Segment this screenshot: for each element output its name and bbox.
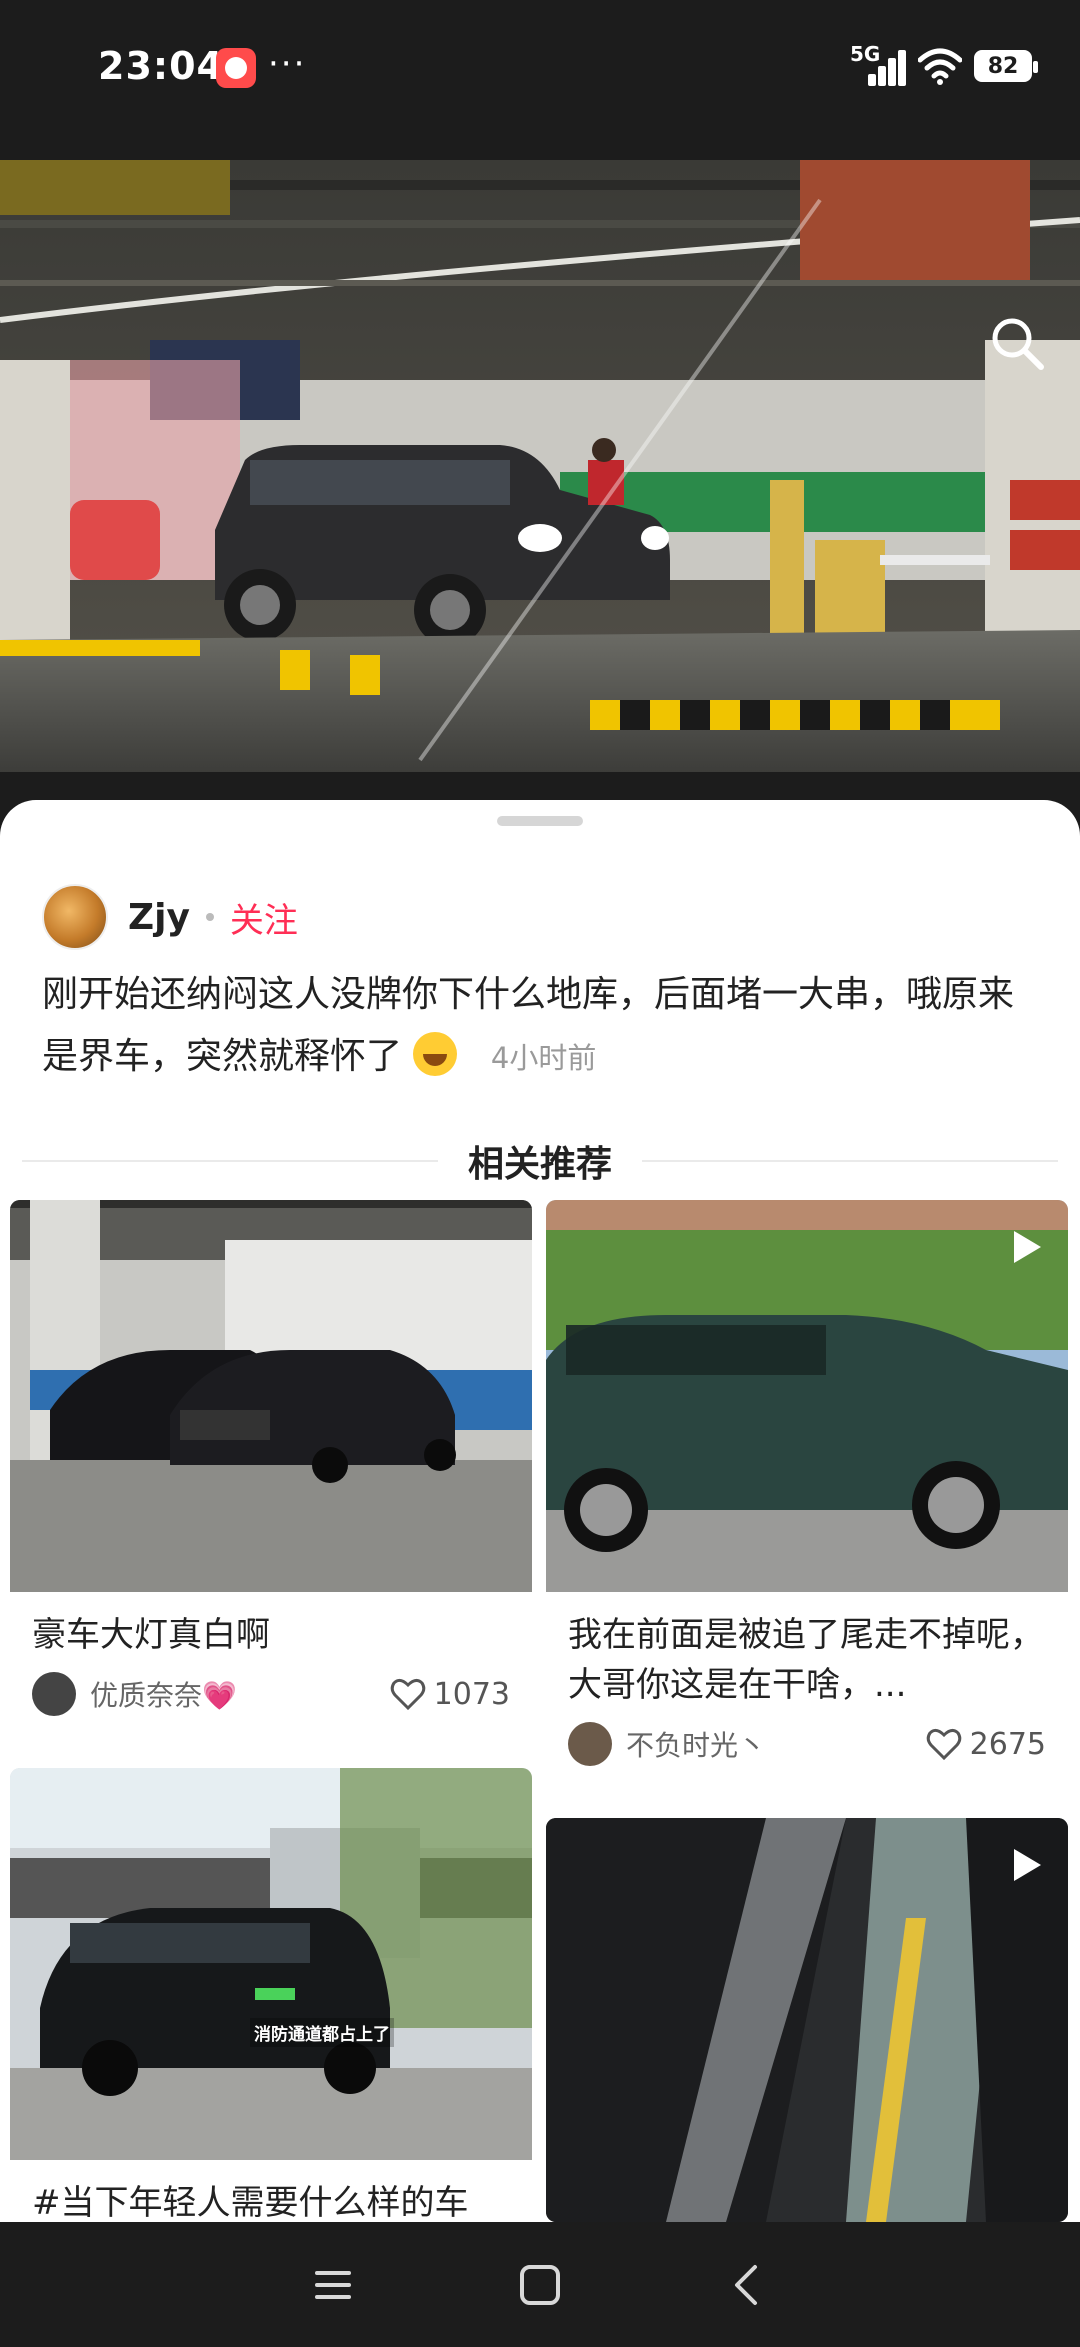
card-image: 消防通道都占上了	[10, 1768, 532, 2160]
like-count: 2675	[969, 1726, 1046, 1762]
home-button[interactable]	[510, 2255, 570, 2315]
system-nav-bar	[0, 2222, 1080, 2347]
recommend-card[interactable]: 消防通道都占上了 #当下年轻人需要什么样的车	[10, 1768, 532, 2222]
laughing-emoji-icon	[413, 1032, 458, 1076]
video-play-icon	[1014, 1849, 1041, 1881]
author-avatar[interactable]	[42, 884, 108, 950]
follow-button[interactable]: 关注	[230, 893, 298, 942]
video-play-icon	[1014, 1231, 1041, 1263]
network-type: 5G	[850, 42, 881, 66]
home-icon	[519, 2264, 560, 2305]
drag-handle[interactable]	[497, 816, 583, 826]
status-time: 23:04	[98, 44, 224, 88]
recommend-card[interactable]: 豪车大灯真白啊 优质奈奈💗 1073	[10, 1200, 532, 1716]
video-overlay-text: 消防通道都占上了	[250, 2018, 394, 2047]
battery-indicator: 82	[974, 50, 1038, 82]
heart-icon[interactable]	[390, 1677, 426, 1711]
card-image	[546, 1818, 1068, 2222]
user-name[interactable]: 优质奈奈💗	[90, 1674, 390, 1714]
wifi-icon	[918, 48, 962, 85]
notification-app-icon	[216, 48, 256, 88]
search-button[interactable]	[984, 310, 1050, 376]
card-image	[10, 1200, 532, 1592]
post-main-image[interactable]	[0, 160, 1080, 772]
card-image	[546, 1200, 1068, 1592]
card-meta: 优质奈奈💗 1073	[10, 1660, 532, 1716]
user-avatar[interactable]	[32, 1672, 76, 1716]
divider	[642, 1160, 1059, 1162]
card-caption: 我在前面是被追了尾走不掉呢，大哥你这是在干啥，...	[568, 1615, 1044, 1705]
status-more-icon: ···	[268, 44, 307, 84]
post-detail-sheet: Zjy 关注 刚开始还纳闷这人没牌你下什么地库，后面堵一大串，哦原来是界车，突然…	[0, 800, 1080, 2222]
related-header: 相关推荐	[22, 1136, 1059, 1186]
user-name[interactable]: 不负时光丶	[626, 1724, 926, 1764]
back-button[interactable]	[717, 2255, 777, 2315]
cellular-signal-icon: 5G	[850, 42, 906, 86]
card-caption: 豪车大灯真白啊	[32, 1615, 270, 1655]
post-time: 4小时前	[490, 1041, 597, 1075]
search-icon	[992, 318, 1044, 370]
user-avatar[interactable]	[568, 1722, 612, 1766]
status-indicators: 5G 82	[850, 42, 1038, 86]
parking-garage-photo	[0, 160, 1080, 772]
card-meta: 不负时光丶 2675	[546, 1710, 1068, 1766]
divider	[22, 1160, 438, 1162]
post-author: Zjy 关注	[42, 884, 298, 950]
heart-icon[interactable]	[926, 1727, 962, 1761]
menu-icon	[315, 2270, 352, 2299]
recommend-card[interactable]	[546, 1818, 1068, 2222]
card-caption: #当下年轻人需要什么样的车	[32, 2183, 469, 2222]
separator-dot	[205, 913, 214, 921]
back-icon	[734, 2264, 757, 2305]
status-bar: 23:04 ··· 5G 82	[0, 0, 1080, 160]
recommend-card[interactable]: 我在前面是被追了尾走不掉呢，大哥你这是在干啥，... 不负时光丶 2675	[546, 1200, 1068, 1766]
related-title: 相关推荐	[468, 1144, 613, 1185]
menu-button[interactable]	[303, 2255, 363, 2315]
battery-level: 82	[987, 53, 1019, 79]
like-count: 1073	[433, 1676, 510, 1712]
author-name[interactable]: Zjy	[128, 897, 190, 938]
post-content: 刚开始还纳闷这人没牌你下什么地库，后面堵一大串，哦原来是界车，突然就释怀了 4小…	[42, 964, 1042, 1089]
